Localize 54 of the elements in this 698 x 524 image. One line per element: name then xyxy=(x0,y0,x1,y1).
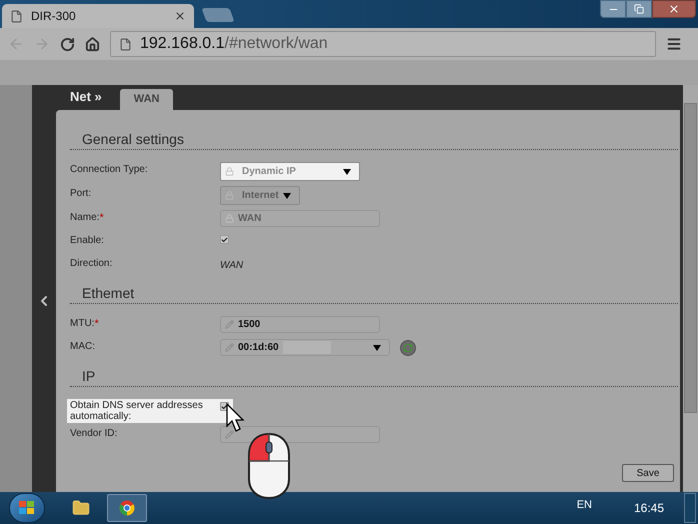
section-heading: IP xyxy=(82,367,96,385)
redaction-block xyxy=(282,341,331,354)
mouse-drawing xyxy=(248,433,290,499)
field-label: Vendor ID: xyxy=(70,427,118,440)
page-icon xyxy=(119,38,132,50)
page-icon xyxy=(10,10,23,22)
home-icon[interactable] xyxy=(85,36,100,52)
show-desktop-button[interactable] xyxy=(684,493,696,523)
browser-taskbar-button[interactable] xyxy=(107,494,147,522)
language-indicator[interactable]: EN xyxy=(576,496,592,514)
field-label: MTU:* xyxy=(70,317,100,330)
field-label: Obtain DNS server addresses automatically: xyxy=(70,400,204,422)
scrollbar-thumb[interactable] xyxy=(684,103,697,413)
close-tab-icon xyxy=(174,10,186,22)
check-icon xyxy=(221,402,228,410)
lock-icon xyxy=(225,191,234,200)
save-button[interactable]: Save xyxy=(622,464,674,482)
field-label: Enable: xyxy=(70,234,105,247)
field-label: Connection Type: xyxy=(70,163,149,176)
cursor-icon xyxy=(226,403,246,433)
restore-button[interactable] xyxy=(626,0,652,18)
breadcrumb: Net » xyxy=(70,88,102,106)
input-field[interactable]: 1500 xyxy=(220,316,380,333)
section-heading: Ethemet xyxy=(82,284,136,302)
mac-dropdown[interactable]: 00:1d:60 xyxy=(220,339,390,356)
restore-icon xyxy=(634,4,644,14)
close-icon xyxy=(668,3,680,15)
section-heading: General settings xyxy=(82,130,185,148)
dropdown-arrow-icon xyxy=(373,344,381,350)
address-bar[interactable]: 192.168.0.1/#network/wan xyxy=(110,31,656,57)
field-label: Name:* xyxy=(70,211,105,224)
browser-tab[interactable]: DIR-300 xyxy=(2,4,194,28)
refresh-icon xyxy=(403,342,413,352)
refresh-button[interactable] xyxy=(400,340,416,356)
new-tab-button[interactable] xyxy=(201,8,235,22)
lock-icon xyxy=(225,167,234,176)
section-tab[interactable]: WAN xyxy=(120,89,174,110)
start-button[interactable] xyxy=(9,493,45,523)
check-icon xyxy=(221,236,228,244)
field-label: MAC: xyxy=(70,340,96,353)
folder-icon[interactable] xyxy=(72,499,90,517)
checkbox[interactable] xyxy=(220,235,229,244)
windows-logo-icon xyxy=(19,501,35,515)
close-button[interactable] xyxy=(652,0,696,18)
chrome-icon xyxy=(119,500,135,516)
dropdown-arrow-icon xyxy=(283,192,291,198)
reload-icon[interactable] xyxy=(60,36,75,52)
field-value: WAN xyxy=(220,259,244,273)
menu-icon[interactable] xyxy=(666,36,682,52)
clock[interactable]: 16:45 xyxy=(634,499,664,517)
pencil-icon xyxy=(225,343,234,352)
field-label: Port: xyxy=(70,187,92,200)
field-label: Direction: xyxy=(70,257,114,270)
dropdown-arrow-icon xyxy=(343,168,351,174)
